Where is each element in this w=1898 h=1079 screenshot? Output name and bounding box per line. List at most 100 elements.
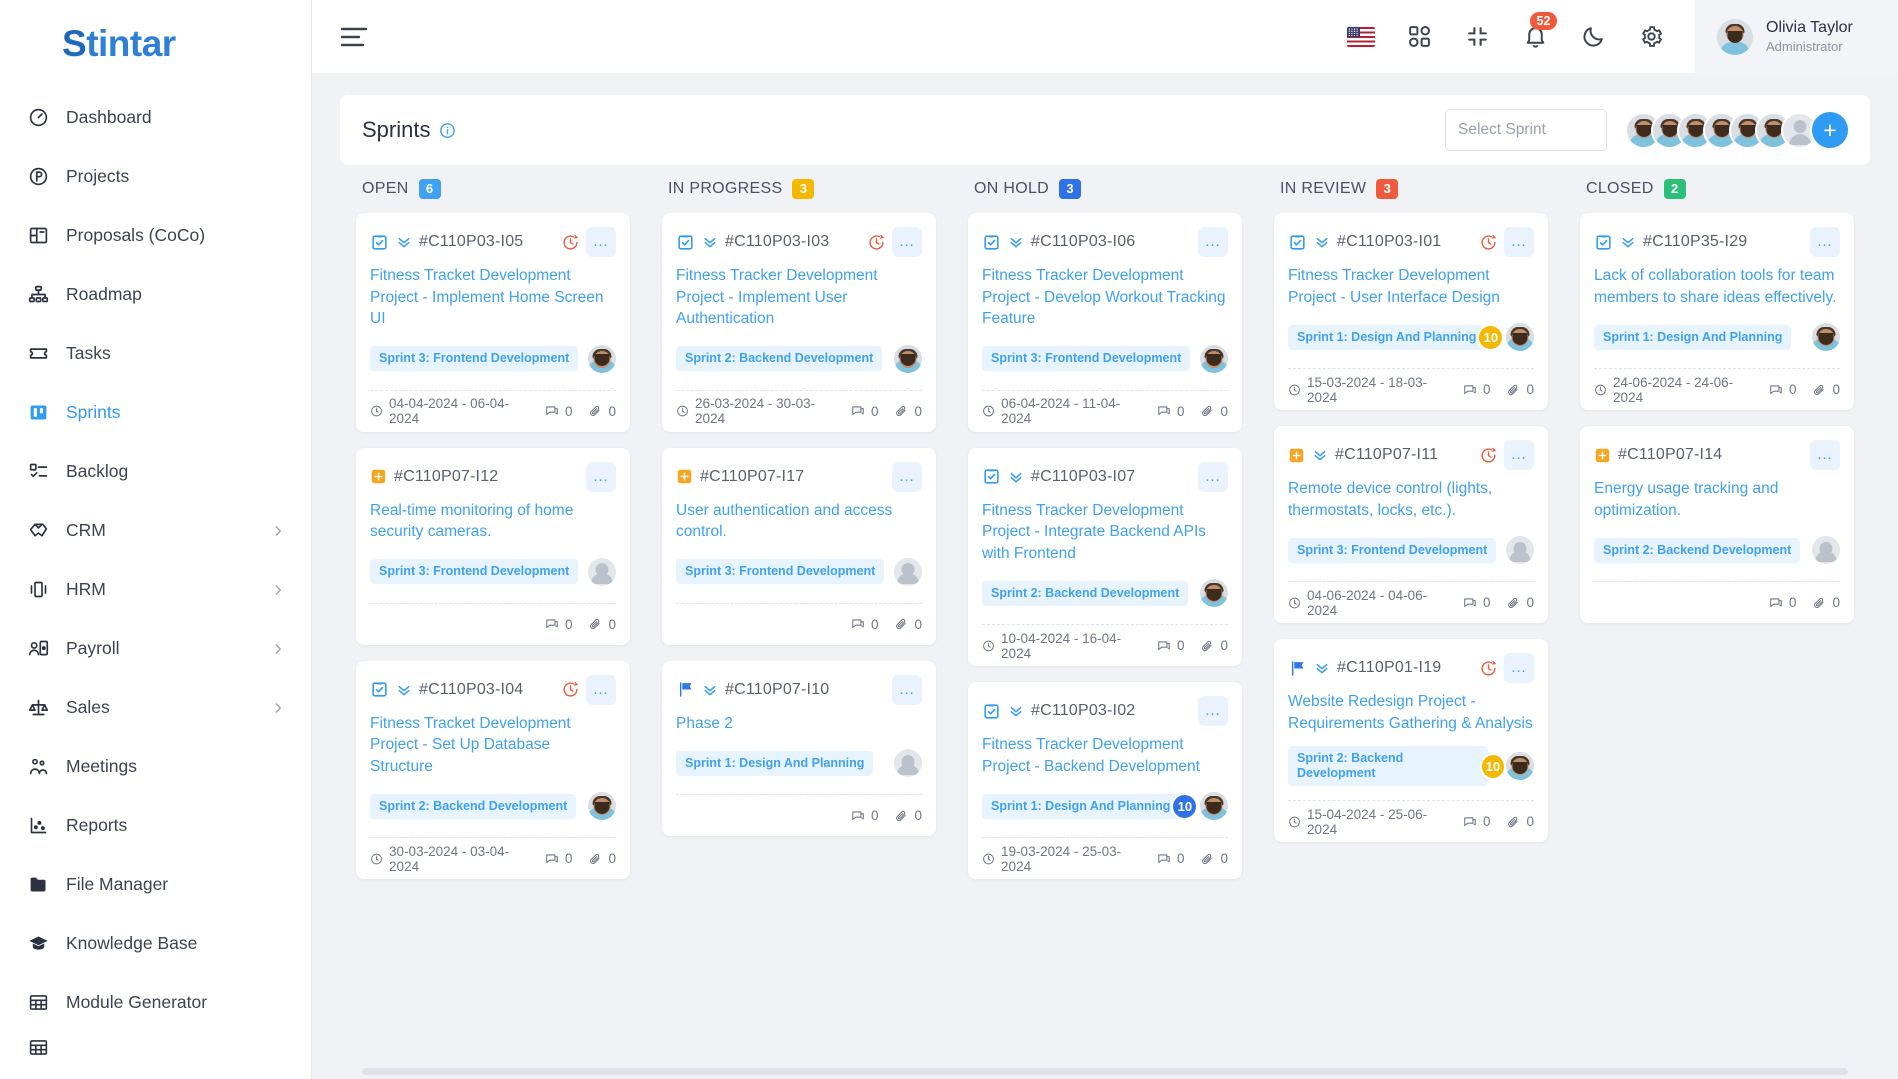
task-id[interactable]: #C110P03-I04	[419, 681, 523, 699]
double-chevron-down-icon	[1314, 660, 1330, 676]
card-menu-button[interactable]: …	[1504, 440, 1534, 470]
us-flag-icon[interactable]	[1347, 23, 1375, 51]
task-card[interactable]: #C110P35-I29 … Lack of collaboration tools…	[1580, 213, 1854, 410]
task-id[interactable]: #C110P03-I03	[725, 233, 829, 251]
horizontal-scrollbar[interactable]	[362, 1068, 1848, 1075]
card-title[interactable]: Fitness Tracket Development Project - Im…	[370, 265, 616, 330]
task-card[interactable]: #C110P07-I17 … User authentication and acc…	[662, 447, 936, 645]
add-member-button[interactable]: +	[1810, 110, 1850, 150]
sidebar-item-sales[interactable]: Sales	[0, 678, 311, 737]
task-card[interactable]: #C110P03-I04 … Fitness Tracket Development…	[356, 660, 630, 879]
card-title[interactable]: Remote device control (lights, thermosta…	[1288, 478, 1534, 521]
sidebar-item-knowledge-base[interactable]: Knowledge Base	[0, 914, 311, 973]
task-id[interactable]: #C110P03-I02	[1031, 702, 1135, 720]
chevron-right-icon[interactable]	[271, 642, 285, 656]
task-id[interactable]: #C110P07-I10	[725, 681, 829, 699]
sidebar-item-meetings[interactable]: Meetings	[0, 737, 311, 796]
card-title[interactable]: Fitness Tracket Development Project - Se…	[370, 713, 616, 778]
card-title[interactable]: Fitness Tracker Development Project - Us…	[1288, 265, 1534, 308]
sidebar-item-reports[interactable]: Reports	[0, 796, 311, 855]
task-id[interactable]: #C110P01-I19	[1337, 659, 1441, 677]
bell-icon[interactable]: 52	[1521, 11, 1557, 51]
sidebar-item-payroll[interactable]: Payroll	[0, 619, 311, 678]
task-id[interactable]: #C110P07-I12	[394, 468, 498, 486]
task-card[interactable]: #C110P07-I10 … Phase 2 Sprint 1: Design And…	[662, 660, 936, 836]
card-menu-button[interactable]: …	[586, 227, 616, 257]
task-id[interactable]: #C110P03-I06	[1031, 233, 1135, 251]
card-title[interactable]: Fitness Tracker Development Project - In…	[982, 500, 1228, 565]
task-card[interactable]: #C110P03-I07 … Fitness Tracker Development…	[968, 447, 1242, 666]
hamburger-menu-icon[interactable]	[340, 22, 374, 52]
sidebar-item-dashboard[interactable]: Dashboard	[0, 88, 311, 147]
card-date-range: 26-03-2024 - 30-03-2024	[676, 396, 835, 426]
card-menu-button[interactable]: …	[586, 461, 616, 492]
select-sprint-dropdown[interactable]: Select Sprint	[1445, 109, 1607, 151]
task-card[interactable]: #C110P07-I14 … Energy usage tracking and o…	[1580, 426, 1854, 623]
card-meta: Sprint 2: Backend Development	[370, 789, 616, 823]
task-card[interactable]: #C110P07-I12 … Real-time monitoring of hom…	[356, 447, 630, 645]
task-id[interactable]: #C110P03-I05	[419, 233, 523, 251]
task-card[interactable]: #C110P03-I02 … Fitness Tracker Development…	[968, 682, 1242, 879]
sidebar-item-file-manager[interactable]: File Manager	[0, 855, 311, 914]
card-menu-button[interactable]: …	[1810, 440, 1840, 470]
chevron-right-icon[interactable]	[271, 701, 285, 715]
sidebar-item-crm[interactable]: CRM	[0, 501, 311, 560]
sidebar-item-roadmap[interactable]: Roadmap	[0, 265, 311, 324]
card-title[interactable]: User authentication and access control.	[676, 500, 922, 543]
card-menu-button[interactable]: …	[1198, 227, 1228, 257]
card-menu-button[interactable]: …	[892, 461, 922, 492]
moon-icon[interactable]	[1579, 23, 1607, 51]
sidebar-item-hrm[interactable]: HRM	[0, 560, 311, 619]
sidebar-item-proposals-coco[interactable]: Proposals (CoCo)	[0, 206, 311, 265]
card-menu-button[interactable]: …	[1504, 227, 1534, 257]
card-title[interactable]: Real-time monitoring of home security ca…	[370, 500, 616, 543]
task-id[interactable]: #C110P03-I01	[1337, 233, 1441, 251]
sidebar-item-partial[interactable]	[0, 1032, 311, 1062]
card-assignee-avatar	[1200, 344, 1228, 373]
info-circle-icon[interactable]	[439, 122, 456, 139]
task-id[interactable]: #C110P07-I11	[1335, 446, 1438, 464]
task-card[interactable]: #C110P03-I06 … Fitness Tracker Development…	[968, 213, 1242, 432]
card-menu-button[interactable]: …	[586, 674, 616, 705]
card-header: #C110P01-I19 …	[1288, 653, 1534, 683]
task-id[interactable]: #C110P07-I14	[1618, 446, 1722, 464]
task-id[interactable]: #C110P03-I07	[1031, 468, 1135, 486]
sidebar-item-backlog[interactable]: Backlog	[0, 442, 311, 501]
sidebar-item-module-generator[interactable]: Module Generator	[0, 973, 311, 1032]
card-title[interactable]: Fitness Tracker Development Project - Ba…	[982, 734, 1228, 777]
card-menu-button[interactable]: …	[892, 674, 922, 705]
card-menu-button[interactable]: …	[1198, 461, 1228, 492]
card-header: #C110P03-I06 …	[982, 227, 1228, 257]
plus-square-icon	[676, 468, 693, 485]
card-title[interactable]: Fitness Tracker Development Project - De…	[982, 265, 1228, 330]
page-content: Sprints Select Sprint + OPEN 6 #C110P03-I0…	[312, 73, 1898, 1079]
sidebar-item-tasks[interactable]: Tasks	[0, 324, 311, 383]
task-card[interactable]: #C110P07-I11 … Remote device control (ligh…	[1274, 426, 1548, 623]
task-card[interactable]: #C110P01-I19 … Website Redesign Project - …	[1274, 639, 1548, 842]
card-menu-button[interactable]: …	[1198, 696, 1228, 726]
task-id[interactable]: #C110P07-I17	[700, 468, 804, 486]
chevron-right-icon[interactable]	[271, 524, 285, 538]
task-card[interactable]: #C110P03-I01 … Fitness Tracker Development…	[1274, 213, 1548, 410]
chevron-right-icon[interactable]	[271, 583, 285, 597]
card-title[interactable]: Website Redesign Project - Requirements …	[1288, 691, 1534, 734]
card-menu-button[interactable]: …	[1504, 653, 1534, 683]
gear-icon[interactable]	[1637, 23, 1665, 51]
exit-fullscreen-icon[interactable]	[1463, 23, 1491, 51]
card-title[interactable]: Energy usage tracking and optimization.	[1594, 478, 1840, 521]
card-title[interactable]: Fitness Tracker Development Project - Im…	[676, 265, 922, 330]
card-title[interactable]: Lack of collaboration tools for team mem…	[1594, 265, 1840, 308]
column-cards: #C110P03-I03 … Fitness Tracker Development…	[646, 213, 952, 856]
task-card[interactable]: #C110P03-I05 … Fitness Tracket Development…	[356, 213, 630, 432]
task-checkbox-icon	[982, 233, 1001, 252]
task-id[interactable]: #C110P35-I29	[1643, 233, 1747, 251]
task-card[interactable]: #C110P03-I03 … Fitness Tracker Development…	[662, 213, 936, 432]
sidebar-item-sprints[interactable]: Sprints	[0, 383, 311, 442]
app-logo[interactable]: Stintar	[0, 0, 311, 88]
user-profile-menu[interactable]: Olivia Taylor Administrator	[1695, 0, 1898, 73]
sidebar-item-projects[interactable]: Projects	[0, 147, 311, 206]
card-menu-button[interactable]: …	[1810, 227, 1840, 257]
card-title[interactable]: Phase 2	[676, 713, 922, 735]
card-menu-button[interactable]: …	[892, 227, 922, 257]
apps-grid-icon[interactable]	[1405, 23, 1433, 51]
